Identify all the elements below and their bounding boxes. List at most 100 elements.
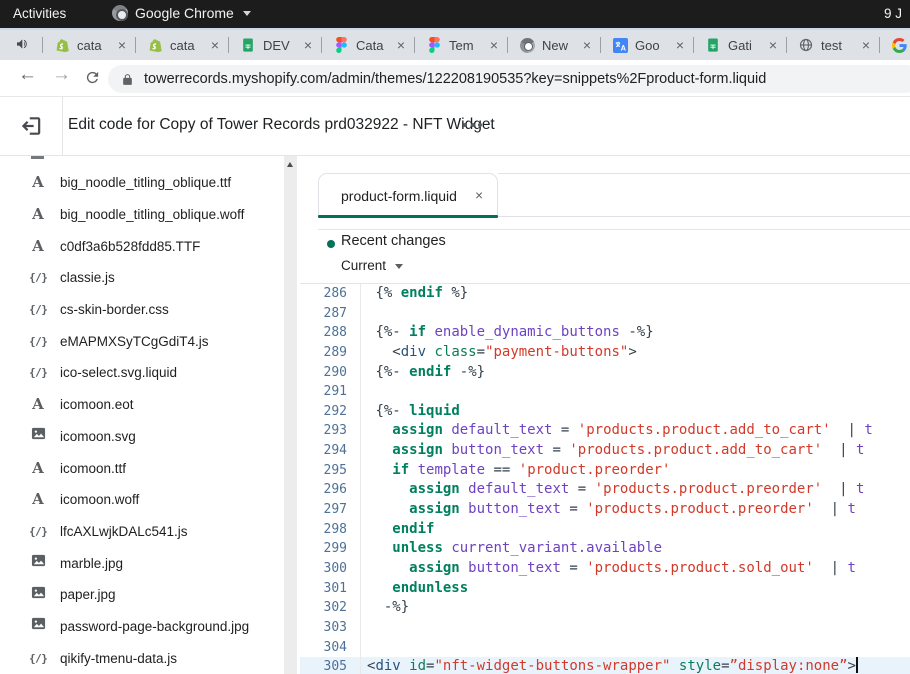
browser-tab[interactable]: Cata × xyxy=(321,30,414,60)
file-item[interactable]: Abig_noodle_titling_oblique.ttf xyxy=(0,167,280,199)
code-line-content: unless current_variant.available xyxy=(360,539,662,559)
lock-icon[interactable] xyxy=(121,73,134,86)
code-line-content: assign button_text = 'products.product.a… xyxy=(360,441,864,461)
file-name: marble.jpg xyxy=(60,556,123,571)
editor-file-tab-close-icon[interactable]: × xyxy=(475,188,483,203)
system-top-bar: Activities Google Chrome 9 J xyxy=(0,0,910,28)
tab-close-icon[interactable]: × xyxy=(583,38,591,52)
file-name: eMAPMXSyTCgGdiT4.js xyxy=(60,334,209,349)
file-item[interactable]: paper.jpg xyxy=(0,579,280,611)
code-file-icon: {/} xyxy=(29,303,47,316)
file-item[interactable]: Aicomoon.woff xyxy=(0,484,280,516)
code-line-content xyxy=(360,638,367,658)
line-number: 303 xyxy=(300,618,360,638)
file-item-partial xyxy=(31,156,44,159)
code-line: 293 assign default_text = 'products.prod… xyxy=(300,421,910,441)
file-item[interactable]: password-page-background.jpg xyxy=(0,611,280,643)
browser-tab-title: Gati xyxy=(728,38,765,53)
reload-button[interactable] xyxy=(84,69,101,91)
sidebar-scrollbar[interactable] xyxy=(284,156,297,674)
file-item[interactable]: {/}ico-select.svg.liquid xyxy=(0,357,280,389)
editor-file-tab[interactable]: product-form.liquid × xyxy=(318,173,498,217)
browser-tab[interactable]: cata × xyxy=(42,30,135,60)
tab-close-icon[interactable]: × xyxy=(304,38,312,52)
sheets-favicon-icon xyxy=(240,37,256,53)
url-omnibox[interactable]: towerrecords.myshopify.com/admin/themes/… xyxy=(108,65,910,93)
chrome-gray-favicon-icon xyxy=(519,37,535,53)
file-name: password-page-background.jpg xyxy=(60,619,249,634)
code-file-icon: {/} xyxy=(29,271,47,284)
tab-close-icon[interactable]: × xyxy=(490,38,498,52)
file-item[interactable]: Aicomoon.eot xyxy=(0,389,280,421)
browser-tab[interactable]: Tem× xyxy=(414,30,507,60)
more-actions-button[interactable] xyxy=(463,123,482,127)
code-line: 298 endif xyxy=(300,520,910,540)
scroll-up-icon[interactable] xyxy=(287,162,293,167)
file-item[interactable]: Aicomoon.ttf xyxy=(0,452,280,484)
browser-tab[interactable]: cata× xyxy=(135,30,228,60)
google-favicon-icon xyxy=(891,37,907,53)
file-name: classie.js xyxy=(60,270,115,285)
code-line-content xyxy=(360,618,367,638)
app-menu[interactable]: Google Chrome xyxy=(112,5,251,21)
code-line: 291 xyxy=(300,382,910,402)
browser-tab[interactable]: Gati × xyxy=(693,30,786,60)
exit-button[interactable] xyxy=(18,112,46,140)
file-item[interactable]: {/}eMAPMXSyTCgGdiT4.js xyxy=(0,325,280,357)
browser-tab[interactable] xyxy=(879,30,910,60)
file-item[interactable]: Ac0df3a6b528fdd85.TTF xyxy=(0,230,280,262)
header-divider xyxy=(62,97,63,155)
sheets-favicon-icon xyxy=(705,37,721,53)
browser-tab-title: cata xyxy=(77,38,114,53)
image-file-icon xyxy=(29,553,47,573)
file-name: big_noodle_titling_oblique.woff xyxy=(60,207,244,222)
browser-tab[interactable]: DEV × xyxy=(228,30,321,60)
tab-close-icon[interactable]: × xyxy=(862,38,870,52)
image-file-icon xyxy=(29,426,47,446)
code-line: 303 xyxy=(300,618,910,638)
tab-close-icon[interactable]: × xyxy=(676,38,684,52)
activities-button[interactable]: Activities xyxy=(13,6,66,21)
text-cursor xyxy=(856,657,858,673)
code-file-icon: {/} xyxy=(29,525,47,538)
line-number: 295 xyxy=(300,461,360,481)
back-button[interactable]: ← xyxy=(18,64,37,86)
code-editor[interactable]: 286 {% endif %}287288 {%- if enable_dyna… xyxy=(300,284,910,674)
system-clock[interactable]: 9 J xyxy=(884,6,902,21)
code-line: 305<div id="nft-widget-buttons-wrapper" … xyxy=(300,657,910,674)
speaker-icon xyxy=(15,36,31,57)
file-item[interactable]: {/}cs-skin-border.css xyxy=(0,294,280,326)
asset-file-sidebar: Abig_noodle_titling_oblique.ttfAbig_nood… xyxy=(0,156,300,674)
browser-tab[interactable]: test× xyxy=(786,30,879,60)
file-item[interactable]: Abig_noodle_titling_oblique.woff xyxy=(0,199,280,231)
tab-close-icon[interactable]: × xyxy=(769,38,777,52)
code-file-icon: {/} xyxy=(29,652,47,665)
code-line: 286 {% endif %} xyxy=(300,284,910,304)
line-number: 292 xyxy=(300,402,360,422)
browser-tab[interactable]: New× xyxy=(507,30,600,60)
file-item[interactable]: {/}lfcAXLwjkDALc541.js xyxy=(0,516,280,548)
translate-favicon-icon xyxy=(612,37,628,53)
tab-close-icon[interactable]: × xyxy=(118,38,126,52)
tab-close-icon[interactable]: × xyxy=(211,38,219,52)
forward-button[interactable]: → xyxy=(52,64,71,86)
code-line: 300 assign button_text = 'products.produ… xyxy=(300,559,910,579)
code-line-content: if template == 'product.preorder' xyxy=(360,461,670,481)
code-line-content: <div id="nft-widget-buttons-wrapper" sty… xyxy=(360,657,858,674)
file-item[interactable]: icomoon.svg xyxy=(0,421,280,453)
code-line-content: {%- endif -%} xyxy=(360,363,485,383)
file-item[interactable]: {/}qikify-tmenu-data.js xyxy=(0,642,280,674)
code-line-content xyxy=(360,304,367,324)
browser-tab-title: Cata xyxy=(356,38,393,53)
code-line-content: {%- liquid xyxy=(360,402,460,422)
code-line: 288 {%- if enable_dynamic_buttons -%} xyxy=(300,323,910,343)
file-item[interactable]: marble.jpg xyxy=(0,547,280,579)
file-name: icomoon.eot xyxy=(60,397,134,412)
code-line-content: {%- if enable_dynamic_buttons -%} xyxy=(360,323,654,343)
browser-tab-title: DEV xyxy=(263,38,300,53)
tab-close-icon[interactable]: × xyxy=(397,38,405,52)
line-number: 290 xyxy=(300,363,360,383)
version-dropdown[interactable]: Current xyxy=(341,258,403,273)
file-item[interactable]: {/} classie.js xyxy=(0,262,280,294)
browser-tab[interactable]: Goo× xyxy=(600,30,693,60)
